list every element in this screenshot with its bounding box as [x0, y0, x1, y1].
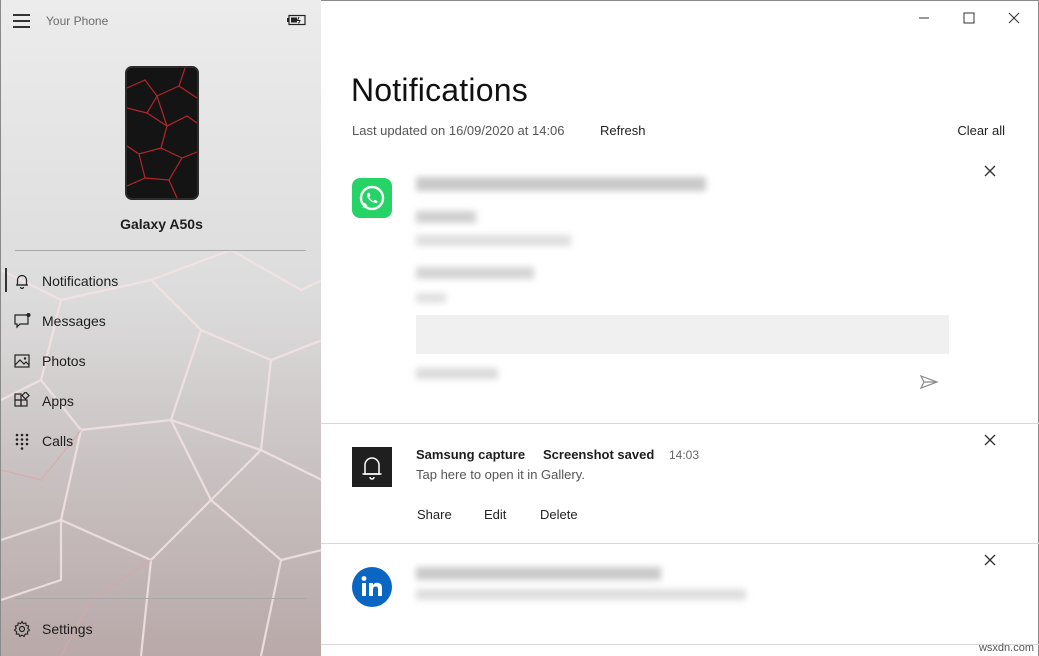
edit-button[interactable]: Edit — [484, 507, 506, 522]
maximize-button[interactable] — [960, 9, 978, 27]
sidebar-item-messages[interactable]: Messages — [1, 302, 321, 338]
menu-line — [13, 26, 30, 28]
close-icon[interactable] — [983, 553, 997, 567]
sidebar-item-label: Messages — [42, 313, 106, 329]
card-separator — [321, 644, 1039, 645]
sidebar-item-label: Calls — [42, 433, 74, 449]
blurred-line — [416, 177, 706, 191]
menu-line — [13, 20, 30, 22]
gear-icon — [13, 620, 31, 638]
sidebar-item-label: Settings — [42, 621, 93, 637]
last-updated-text: Last updated on 16/09/2020 at 14:06 — [352, 123, 565, 138]
menu-line — [13, 14, 30, 16]
sidebar-divider — [15, 598, 306, 599]
blurred-line — [416, 589, 746, 600]
battery-icon — [287, 14, 306, 26]
phone-image — [125, 66, 199, 200]
linkedin-icon — [352, 567, 392, 607]
main-panel: Notifications Last updated on 16/09/2020… — [321, 0, 1039, 656]
sidebar-item-notifications[interactable]: Notifications — [1, 262, 321, 298]
close-icon[interactable] — [983, 433, 997, 447]
share-button[interactable]: Share — [417, 507, 452, 522]
blurred-line — [416, 235, 571, 246]
minimize-button[interactable] — [915, 9, 933, 27]
sidebar-item-apps[interactable]: Apps — [1, 382, 321, 418]
close-window-button[interactable] — [1005, 9, 1023, 27]
watermark-text: wsxdn.com — [978, 642, 1034, 654]
dialpad-icon — [15, 433, 29, 450]
sidebar-divider — [15, 250, 306, 251]
notification-body: Tap here to open it in Gallery. — [416, 467, 585, 482]
notification-title: Screenshot saved — [543, 447, 655, 462]
blurred-line — [416, 293, 446, 303]
hamburger-menu-button[interactable] — [13, 14, 31, 28]
device-name: Galaxy A50s — [120, 216, 203, 232]
blurred-line — [416, 368, 498, 379]
app-title: Your Phone — [46, 14, 109, 28]
bell-icon — [352, 447, 392, 487]
bell-icon — [16, 274, 28, 290]
sidebar-item-photos[interactable]: Photos — [1, 342, 321, 378]
page-title: Notifications — [351, 72, 528, 108]
blurred-line — [416, 211, 476, 223]
send-icon[interactable] — [919, 374, 939, 390]
photo-icon — [14, 354, 30, 368]
notification-time: 14:03 — [669, 448, 700, 462]
whatsapp-icon — [352, 178, 392, 218]
phone-wallpaper — [127, 68, 197, 198]
apps-icon — [14, 392, 30, 407]
sidebar-item-label: Notifications — [42, 273, 119, 289]
notification-app-name: Samsung capture — [416, 447, 526, 462]
reply-input[interactable] — [416, 315, 949, 354]
refresh-button[interactable]: Refresh — [600, 123, 646, 138]
chat-icon — [14, 313, 31, 329]
sidebar-item-settings[interactable]: Settings — [1, 610, 321, 646]
sidebar-item-calls[interactable]: Calls — [1, 422, 321, 458]
sidebar-item-label: Apps — [42, 393, 74, 409]
close-icon[interactable] — [983, 164, 997, 178]
card-separator — [321, 543, 1039, 544]
delete-button[interactable]: Delete — [540, 507, 578, 522]
card-separator — [321, 423, 1039, 424]
blurred-line — [416, 567, 661, 580]
sidebar-item-label: Photos — [42, 353, 86, 369]
blurred-line — [416, 267, 534, 279]
sidebar: Your Phone Galaxy A50s Notifications Mes… — [0, 0, 321, 656]
active-indicator — [5, 268, 7, 292]
clear-all-button[interactable]: Clear all — [957, 123, 1005, 138]
